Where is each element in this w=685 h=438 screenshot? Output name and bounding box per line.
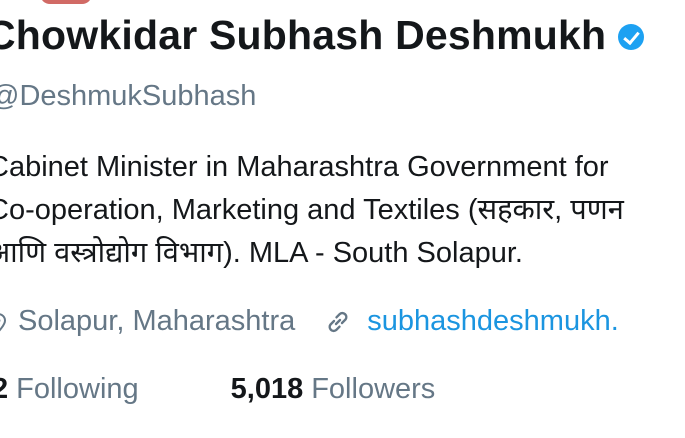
profile-stats: 2 Following 5,018 Followers [0, 373, 435, 406]
profile-meta: Solapur, Maharashtra subhashdeshmukh. [0, 305, 619, 338]
followers-label: Followers [311, 373, 436, 405]
profile-location: Solapur, Maharashtra [18, 305, 296, 337]
verified-badge-icon [618, 23, 645, 50]
profile-name-row: Chowkidar Subhash Deshmukh [0, 12, 645, 59]
following-label: Following [16, 373, 139, 405]
bio-line: Co-operation, Marketing and Textiles (सह… [0, 194, 624, 226]
avatar-edge [40, 0, 92, 4]
profile-handle[interactable]: @DeshmukSubhash [0, 80, 256, 113]
profile-website-link[interactable]: subhashdeshmukh. [367, 305, 619, 338]
following-count: 2 [0, 373, 9, 405]
location-pin-icon [0, 312, 6, 331]
bio-line: आणि वस्त्रोद्योग विभाग). MLA - South Sol… [0, 237, 523, 269]
link-icon [323, 307, 353, 337]
bio-line: Cabinet Minister in Maharashtra Governme… [0, 151, 609, 183]
profile-bio: Cabinet Minister in Maharashtra Governme… [0, 146, 685, 275]
following-link[interactable]: 2 Following [0, 373, 139, 406]
followers-count: 5,018 [230, 373, 304, 405]
followers-link[interactable]: 5,018 Followers [231, 373, 436, 406]
display-name: Chowkidar Subhash Deshmukh [0, 12, 607, 58]
